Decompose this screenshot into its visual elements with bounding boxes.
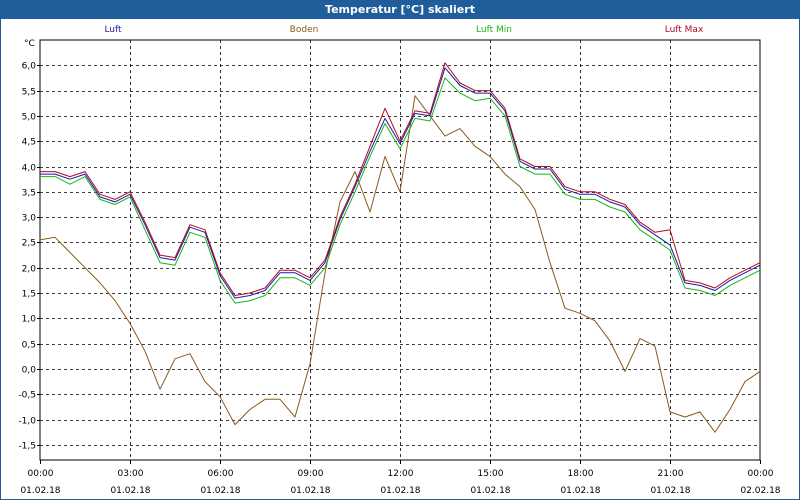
x-tick-date: 01.02.18 xyxy=(200,486,240,496)
x-tick-time: 15:00 xyxy=(478,469,504,479)
y-tick-label: 0,5 xyxy=(22,341,36,351)
x-tick-date: 01.02.18 xyxy=(290,486,330,496)
x-tick-date: 01.02.18 xyxy=(20,486,60,496)
y-tick-label: 4,0 xyxy=(22,164,37,174)
x-tick-time: 09:00 xyxy=(298,469,324,479)
x-tick-date: 01.02.18 xyxy=(560,486,600,496)
y-tick-label: 4,5 xyxy=(22,138,36,148)
y-tick-label: 5,5 xyxy=(22,88,36,98)
y-tick-label: 3,5 xyxy=(22,189,36,199)
x-tick-date: 01.02.18 xyxy=(470,486,510,496)
y-tick-label: 0,0 xyxy=(22,366,37,376)
y-tick-label: 5,0 xyxy=(22,113,37,123)
x-tick-time: 18:00 xyxy=(568,469,594,479)
x-tick-date: 01.02.18 xyxy=(110,486,150,496)
x-tick-time: 06:00 xyxy=(208,469,234,479)
y-axis-label: °C xyxy=(24,39,35,49)
x-tick-date: 02.02.18 xyxy=(740,486,780,496)
x-tick-time: 03:00 xyxy=(118,469,144,479)
y-tick-label: 6,0 xyxy=(22,62,37,72)
y-tick-label: -1,0 xyxy=(18,417,36,427)
x-tick-time: 00:00 xyxy=(748,469,774,479)
y-tick-label: 3,0 xyxy=(22,214,37,224)
x-tick-time: 21:00 xyxy=(658,469,684,479)
x-tick-time: 12:00 xyxy=(388,469,414,479)
plot-area xyxy=(39,39,761,461)
y-tick-label: 2,0 xyxy=(22,265,37,275)
y-tick-label: 2,5 xyxy=(22,239,36,249)
x-tick-date: 01.02.18 xyxy=(650,486,690,496)
y-tick-label: -1,5 xyxy=(18,442,36,452)
x-tick-time: 00:00 xyxy=(28,469,54,479)
y-tick-label: 1,5 xyxy=(22,290,36,300)
chart-plot: 6,0 5,5 5,0 4,5 4,0 3,5 3,0 2,5 2,0 1,5 1,0 0,5 0,0 -… xyxy=(18,39,780,496)
y-tick-label: -0,5 xyxy=(18,391,36,401)
x-tick-date: 01.02.18 xyxy=(380,486,420,496)
y-tick-label: 1,0 xyxy=(22,315,37,325)
